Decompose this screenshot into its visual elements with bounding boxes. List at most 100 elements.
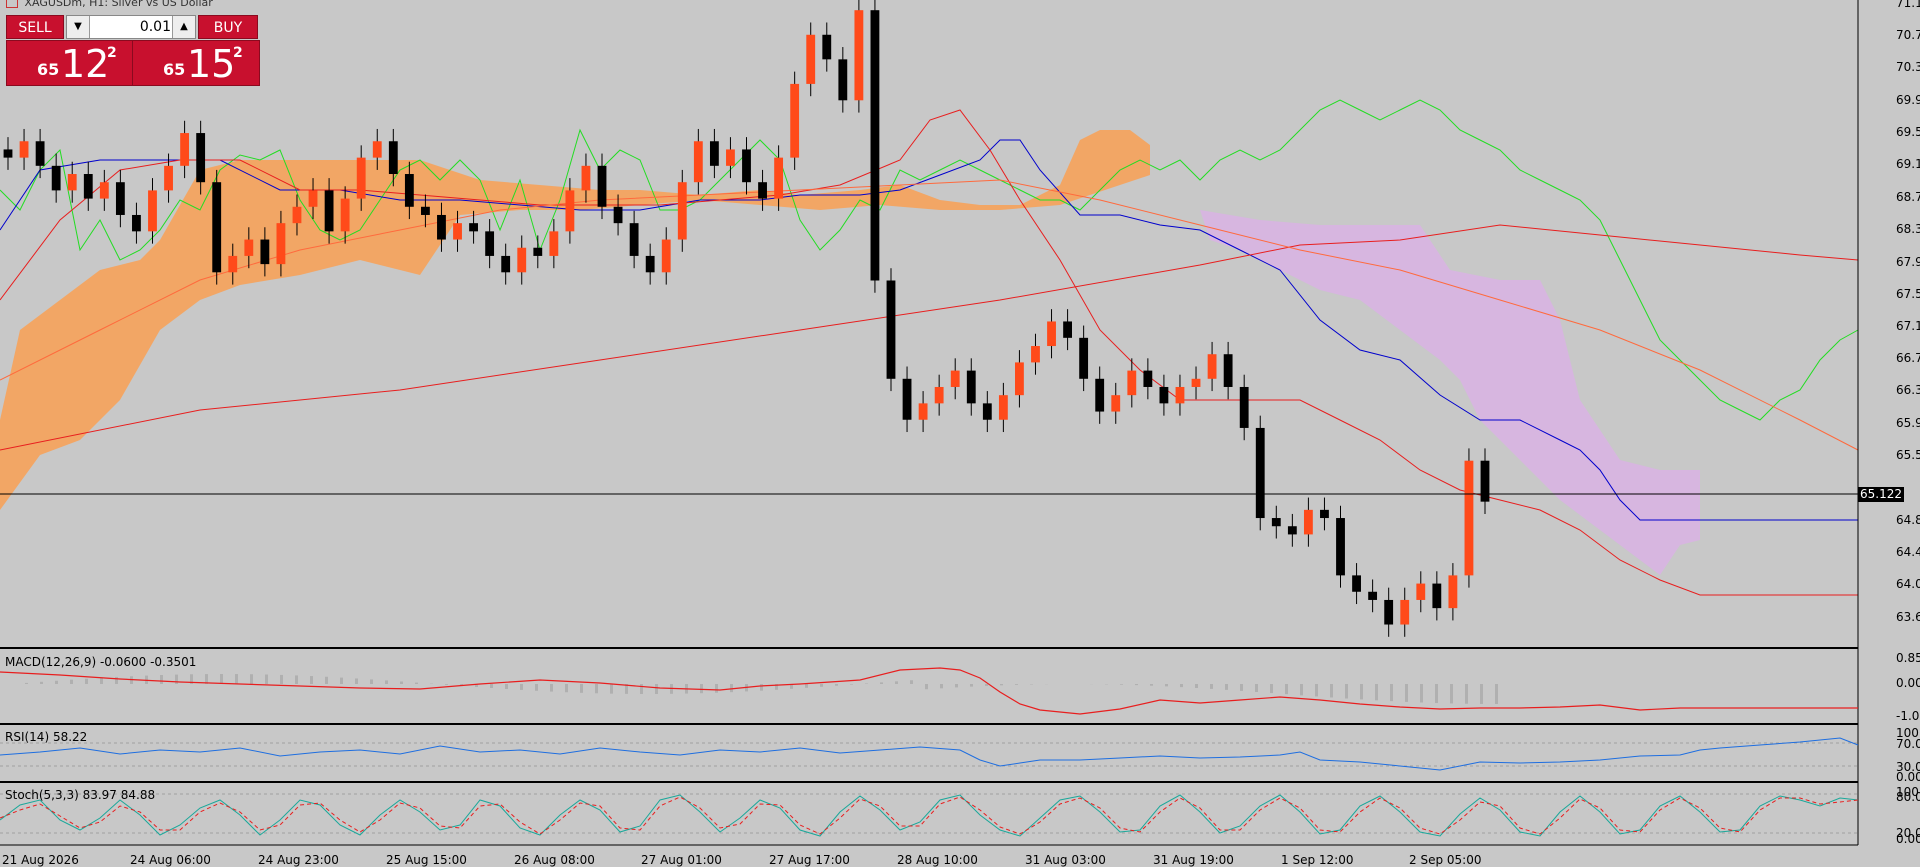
window-title: XAGUSDm, H1: Silver vs US Dollar	[6, 0, 213, 9]
bear-candle	[212, 182, 222, 273]
bull-candle	[1015, 362, 1024, 396]
bear-candle	[404, 174, 414, 207]
bull-candle	[1175, 386, 1185, 404]
macd-histogram-bar	[655, 684, 658, 694]
macd-histogram-bar	[895, 681, 898, 684]
macd-histogram-bar	[1285, 684, 1288, 695]
macd-histogram-bar	[955, 684, 958, 688]
macd-histogram	[25, 674, 1498, 704]
price-axis-label: 63.615	[1896, 610, 1920, 624]
macd-histogram-bar	[595, 684, 598, 694]
window-icon	[6, 0, 18, 8]
macd-histogram-bar	[310, 676, 313, 684]
macd-histogram-bar	[940, 684, 943, 689]
macd-histogram-bar	[535, 684, 538, 691]
bear-candle	[324, 190, 334, 232]
bull-candle	[854, 10, 864, 101]
lot-increase-arrow-icon[interactable]: ▲	[172, 16, 195, 38]
bull-candle	[276, 223, 286, 265]
price-axis-label: 69.935	[1896, 93, 1920, 107]
price-axis-label: 66.775	[1896, 351, 1920, 365]
bull-candle	[806, 34, 816, 84]
bull-candle	[1031, 346, 1040, 363]
macd-histogram-bar	[970, 684, 973, 687]
macd-histogram-bar	[925, 684, 928, 690]
one-click-trading-panel: SELL ▼ 0.01 ▲ BUY 65 12 2 65 15 2	[6, 15, 260, 86]
macd-histogram-bar	[385, 680, 388, 684]
bull-candle	[774, 157, 784, 199]
buy-price-button[interactable]: 65 15 2	[132, 40, 260, 86]
stoch-axis-label: 0.00	[1896, 832, 1920, 846]
buy-button[interactable]: BUY	[198, 15, 258, 39]
time-axis-label: 1 Sep 12:00	[1281, 853, 1354, 867]
macd-histogram-bar	[910, 680, 913, 684]
bull-candle	[228, 255, 238, 273]
bull-candle	[934, 386, 944, 404]
bear-candle	[485, 231, 495, 256]
bear-candle	[1352, 575, 1361, 592]
price-axis-label: 68.355	[1896, 222, 1920, 236]
macd-axis-label: 0.0000	[1896, 676, 1920, 690]
macd-histogram-bar	[1165, 684, 1168, 687]
bull-candle	[1047, 321, 1056, 347]
bear-candle	[1079, 337, 1089, 379]
chart-canvas[interactable]	[0, 0, 1920, 867]
sell-price-pip: 2	[107, 45, 117, 61]
price-axis-label: 67.565	[1896, 287, 1920, 301]
macd-signal-line	[0, 667, 1858, 715]
bear-candle	[132, 214, 141, 232]
time-axis-label: 28 Aug 10:00	[897, 853, 978, 867]
price-axis-label: 65.985	[1896, 416, 1920, 430]
macd-histogram-bar	[505, 684, 508, 690]
bull-candle	[19, 141, 29, 158]
bear-candle	[51, 165, 61, 191]
bear-candle	[437, 214, 446, 240]
bear-candle	[1063, 321, 1073, 338]
macd-histogram-bar	[265, 674, 268, 684]
macd-histogram-bar	[850, 684, 853, 685]
macd-histogram-bar	[1420, 684, 1423, 703]
sell-price-main: 12	[61, 42, 110, 86]
lot-size-input[interactable]: 0.01	[140, 16, 171, 38]
bear-candle	[501, 255, 511, 273]
macd-histogram-bar	[70, 679, 73, 684]
bull-candle	[790, 83, 800, 158]
macd-histogram-bar	[445, 684, 448, 685]
macd-histogram-bar	[1135, 684, 1138, 686]
bull-candle	[244, 239, 254, 256]
bear-candle	[1320, 509, 1329, 519]
bull-candle	[292, 206, 302, 224]
sell-button[interactable]: SELL	[6, 15, 64, 39]
macd-histogram-bar	[865, 683, 868, 684]
macd-histogram-bar	[340, 677, 343, 684]
rsi-axis-label: 0.00	[1896, 770, 1920, 784]
lot-decrease-arrow-icon[interactable]: ▼	[67, 16, 90, 38]
buy-price-main: 15	[187, 42, 236, 86]
bull-candle	[677, 182, 687, 240]
rsi-indicator-label: RSI(14) 58.22	[5, 730, 88, 744]
price-axis-label: 71.125	[1896, 0, 1920, 10]
bear-candle	[3, 149, 13, 158]
bear-candle	[1384, 599, 1394, 625]
macd-histogram-bar	[115, 676, 118, 684]
bull-candle	[308, 190, 318, 207]
price-axis-label: 64.010	[1896, 577, 1920, 591]
lot-size-stepper[interactable]: ▼ 0.01 ▲	[66, 15, 196, 39]
bear-candle	[1095, 378, 1105, 412]
sell-price-prefix: 65	[37, 60, 60, 79]
bear-candle	[1336, 518, 1345, 576]
stoch-indicator-label: Stoch(5,3,3) 83.97 84.88	[5, 788, 156, 802]
bear-candle	[613, 206, 623, 224]
macd-histogram-bar	[25, 682, 28, 684]
macd-histogram-bar	[415, 682, 418, 684]
bear-candle	[83, 174, 93, 199]
sell-price-button[interactable]: 65 12 2	[6, 40, 134, 86]
macd-histogram-bar	[1390, 684, 1393, 702]
macd-histogram-bar	[1120, 684, 1123, 685]
macd-histogram-bar	[610, 684, 613, 694]
time-axis-label: 31 Aug 19:00	[1153, 853, 1234, 867]
bear-candle	[1143, 370, 1153, 387]
macd-histogram-bar	[490, 684, 493, 689]
bull-candle	[693, 141, 703, 183]
price-axis-label: 67.960	[1896, 255, 1920, 269]
